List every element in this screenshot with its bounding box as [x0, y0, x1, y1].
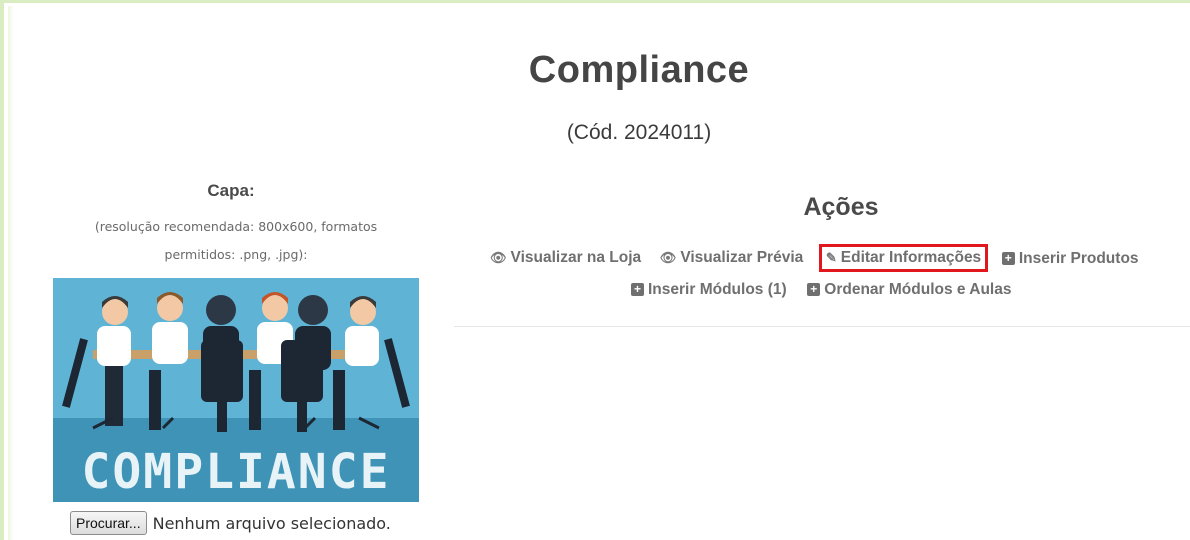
- cover-hint-line2: permitidos: .png, .jpg):: [164, 247, 308, 262]
- actions-row-1: 👁 Visualizar na Loja 👁 Visualizar Prévia…: [490, 244, 1139, 272]
- cover-label: Capa:: [207, 181, 255, 200]
- insert-modules-link[interactable]: + Inserir Módulos (1): [631, 281, 787, 299]
- eye-icon: 👁: [659, 250, 677, 265]
- view-in-store-label: Visualizar na Loja: [510, 249, 642, 266]
- file-status: Nenhum arquivo selecionado.: [152, 513, 391, 533]
- page-title: Compliance: [528, 49, 750, 91]
- course-code: (Cód. 2024011): [566, 121, 712, 144]
- actions-title: Ações: [803, 193, 879, 221]
- sort-modules-label: Ordenar Módulos e Aulas: [824, 280, 1012, 298]
- preview-link[interactable]: 👁 Visualizar Prévia: [660, 249, 803, 267]
- cover-image: COMPLIANCE: [53, 278, 419, 502]
- eye-icon: 👁: [490, 250, 507, 265]
- insert-products-label: Inserir Produtos: [1018, 249, 1139, 267]
- actions-row-2: + Inserir Módulos (1) + Ordenar Módulos …: [631, 280, 1011, 299]
- sort-modules-link[interactable]: + Ordenar Módulos e Aulas: [807, 281, 1011, 299]
- insert-products-link[interactable]: + Inserir Produtos: [1001, 249, 1139, 268]
- edit-info-link[interactable]: ✎ Editar Informações: [818, 244, 989, 272]
- preview-label: Visualizar Prévia: [680, 249, 804, 266]
- file-input-row: Procurar... Nenhum arquivo selecionado.: [70, 511, 391, 535]
- cover-image-text: COMPLIANCE: [82, 444, 391, 500]
- plus-square-icon: +: [1001, 252, 1015, 265]
- plus-square-icon: +: [807, 283, 821, 296]
- cover-hint-line1: (resolução recomendada: 800x600, formato…: [94, 219, 378, 234]
- actions-section: Ações: [454, 193, 1190, 222]
- cover-section: Capa: (resolução recomendada: 800x600, f…: [50, 181, 422, 535]
- cover-illustration: COMPLIANCE: [53, 278, 419, 502]
- edit-info-label: Editar Informações: [840, 249, 982, 266]
- actions-divider: [454, 326, 1190, 327]
- edit-icon: ✎: [825, 250, 837, 265]
- insert-modules-label: Inserir Módulos (1): [648, 280, 787, 298]
- page-frame: Compliance (Cód. 2024011) Capa: (resoluç…: [0, 0, 1190, 540]
- plus-square-icon: +: [631, 283, 644, 296]
- view-in-store-link[interactable]: 👁 Visualizar na Loja: [490, 249, 641, 267]
- browse-button[interactable]: Procurar...: [70, 511, 147, 535]
- cover-hint: (resolução recomendada: 800x600, formato…: [50, 213, 422, 269]
